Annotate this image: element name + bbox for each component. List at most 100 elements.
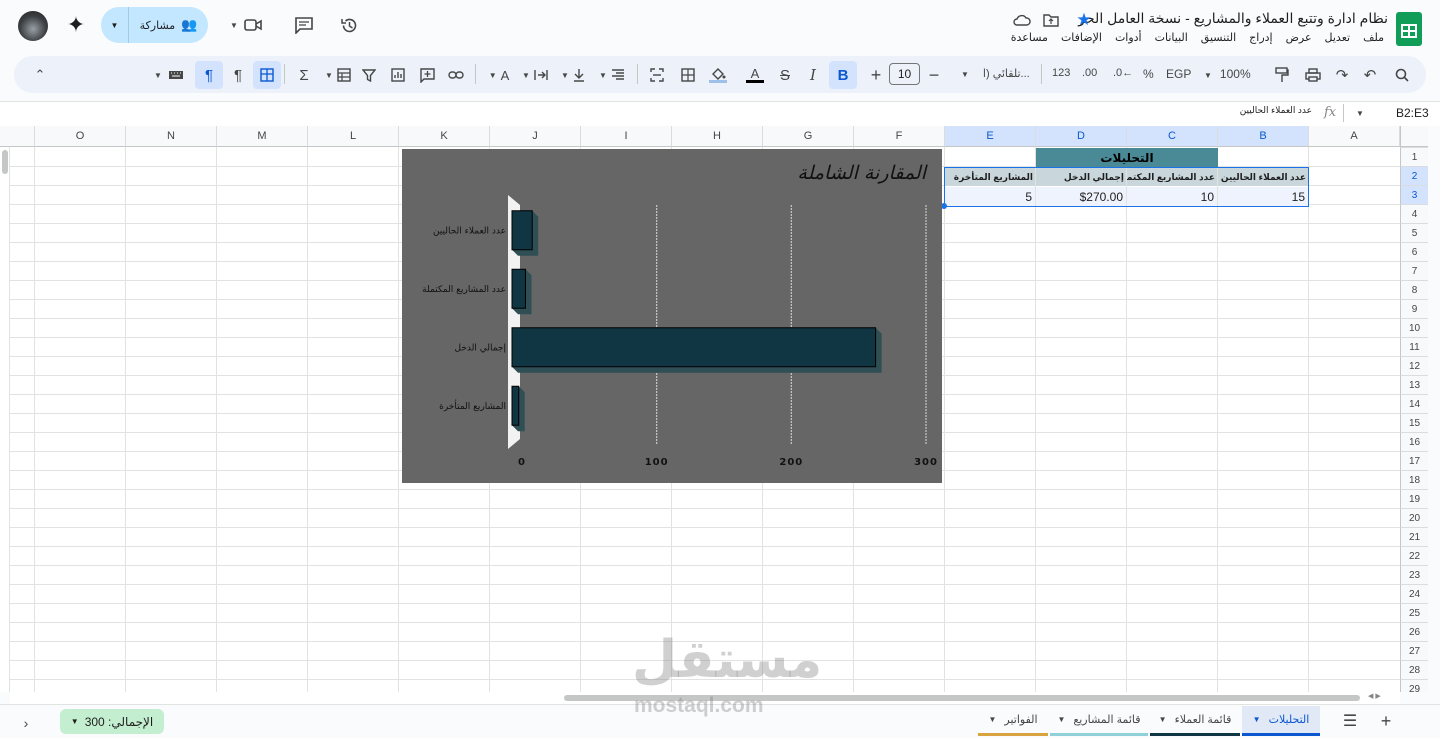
star-icon[interactable]: ★ [1070,6,1098,34]
column-header-e[interactable]: E [945,126,1036,147]
menu-tools[interactable]: أدوات [1115,31,1142,44]
font-size-input[interactable]: 10 [889,63,920,85]
row-header[interactable]: 28 [1400,660,1428,679]
analytics-title-cell[interactable]: التحليلات [1036,148,1218,168]
borders-icon[interactable] [674,61,702,89]
italic-button[interactable]: I [799,61,827,89]
row-header[interactable]: 14 [1400,394,1428,413]
gemini-icon[interactable]: ✦ [62,11,90,39]
column-header-o[interactable]: O [35,126,126,147]
row-header[interactable]: 2 [1400,166,1428,185]
chart-bar[interactable] [511,327,877,368]
insert-chart-icon[interactable] [384,61,412,89]
menu-edit[interactable]: تعديل [1325,31,1351,44]
currency-button[interactable]: EGP [1166,67,1191,81]
undo-icon[interactable]: ↶ [1356,61,1384,89]
row-header[interactable]: 26 [1400,622,1428,641]
row-header[interactable]: 17 [1400,451,1428,470]
explore-panel-toggle-icon[interactable]: › [12,709,40,737]
chart-bar[interactable] [511,385,520,426]
column-header-l[interactable]: L [308,126,399,147]
input-tools-icon[interactable]: ▼ [150,61,188,89]
tab-clients[interactable]: ▼ قائمة العملاء [1150,706,1240,736]
chart-container[interactable]: عدد العملاء الحاليين عدد المشاريع المكتمل… [402,149,942,483]
text-rotation-icon[interactable]: ▼ A [483,61,515,89]
row-header[interactable]: 15 [1400,413,1428,432]
share-dropdown[interactable]: ▼ [101,7,129,43]
number-format-button[interactable]: 123 [1052,67,1070,79]
functions-icon[interactable]: Σ [290,61,318,89]
column-header-i[interactable]: I [581,126,672,147]
menu-format[interactable]: التنسيق [1201,31,1236,44]
chart-bar[interactable] [511,268,526,309]
insert-comment-icon[interactable] [413,61,441,89]
strikethrough-button[interactable]: S [771,61,799,89]
column-header-j[interactable]: J [490,126,581,147]
menu-insert[interactable]: إدراج [1249,31,1272,44]
decrease-decimal-button[interactable]: .0← [1113,67,1133,79]
avatar[interactable] [18,11,48,41]
document-title[interactable]: نظام ادارة وتتبع العملاء والمشاريع - نسخ… [1078,10,1388,27]
column-header-a[interactable]: A [1309,126,1400,147]
column-header-c[interactable]: C [1127,126,1218,147]
collapse-toolbar-icon[interactable]: ⌃ [26,61,54,89]
paint-format-icon[interactable] [1268,61,1296,89]
filter-views-icon[interactable]: ▼ [322,61,354,89]
share-button[interactable]: مشاركة 👥 [129,17,208,33]
row-header[interactable]: 23 [1400,565,1428,584]
bold-button[interactable]: B [829,61,857,89]
text-color-button[interactable]: A [741,61,769,89]
vertical-scroll-thumb[interactable] [2,150,8,174]
insert-link-icon[interactable] [442,61,470,89]
row-header[interactable]: 16 [1400,432,1428,451]
column-header-partial[interactable] [0,126,35,147]
zoom-select[interactable]: ▼ 100% [1204,67,1251,81]
increase-decimal-button[interactable]: .00 [1082,67,1097,79]
scroll-arrows[interactable]: ◀ ▶ [1368,692,1381,700]
column-header-h[interactable]: H [672,126,763,147]
fill-color-icon[interactable] [704,61,732,89]
column-header-m[interactable]: M [217,126,308,147]
sheets-logo[interactable] [1396,12,1422,46]
row-header[interactable]: 24 [1400,584,1428,603]
tab-analytics[interactable]: ▼ التحليلات [1242,706,1320,736]
row-header[interactable]: 7 [1400,261,1428,280]
row-header[interactable]: 11 [1400,337,1428,356]
paragraph-ltr-icon[interactable]: ¶ [224,61,252,89]
row-header[interactable]: 5 [1400,223,1428,242]
row-header[interactable]: 6 [1400,242,1428,261]
decrease-font-size-icon[interactable]: − [920,61,948,89]
total-chip[interactable]: ▼ الإجمالي: 300 [60,709,164,734]
select-all-corner[interactable] [1400,126,1428,147]
horizontal-align-icon[interactable]: ▼ [596,61,628,89]
row-header[interactable]: 13 [1400,375,1428,394]
row-header[interactable]: 29 [1400,679,1428,692]
row-header[interactable]: 18 [1400,470,1428,489]
menu-data[interactable]: البيانات [1155,31,1188,44]
row-header[interactable]: 10 [1400,318,1428,337]
add-sheet-icon[interactable]: + [1372,707,1400,735]
menu-file[interactable]: ملف [1363,31,1384,44]
all-sheets-icon[interactable]: ☰ [1336,707,1364,735]
percent-button[interactable]: % [1143,67,1154,81]
column-header-d[interactable]: D [1036,126,1127,147]
column-header-n[interactable]: N [126,126,217,147]
column-header-b[interactable]: B [1218,126,1309,147]
row-header[interactable]: 12 [1400,356,1428,375]
tab-projects[interactable]: ▼ قائمة المشاريع [1050,706,1148,736]
vertical-scrollbar[interactable] [0,147,10,692]
merge-cells-icon[interactable] [643,61,671,89]
name-box-dropdown[interactable]: ▼ [1346,99,1374,127]
menu-view[interactable]: عرض [1286,31,1312,44]
paragraph-rtl-icon[interactable]: ¶ [195,61,223,89]
row-header[interactable]: 27 [1400,641,1428,660]
cloud-status-icon[interactable] [1008,6,1036,34]
row-header[interactable]: 19 [1400,489,1428,508]
menu-extensions[interactable]: الإضافات [1061,31,1102,44]
column-header-k[interactable]: K [399,126,490,147]
filter-icon[interactable] [355,61,383,89]
chart-bar[interactable] [511,210,533,251]
version-history-icon[interactable] [335,11,363,39]
name-box[interactable]: B2:E3 [1396,106,1429,120]
text-wrapping-icon[interactable]: ▼ [519,61,551,89]
